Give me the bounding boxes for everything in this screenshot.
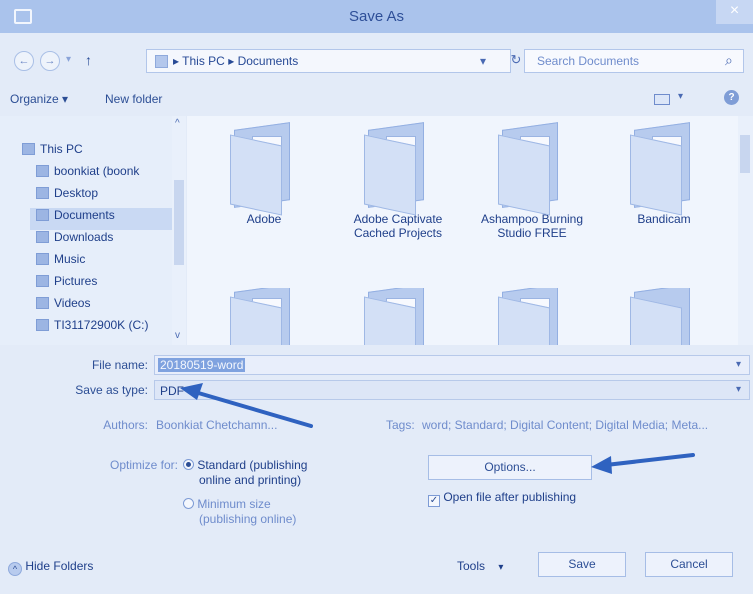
arrow-to-options-button — [591, 453, 695, 474]
arrow-to-save-type — [180, 383, 313, 428]
annotation-arrows — [180, 383, 695, 474]
